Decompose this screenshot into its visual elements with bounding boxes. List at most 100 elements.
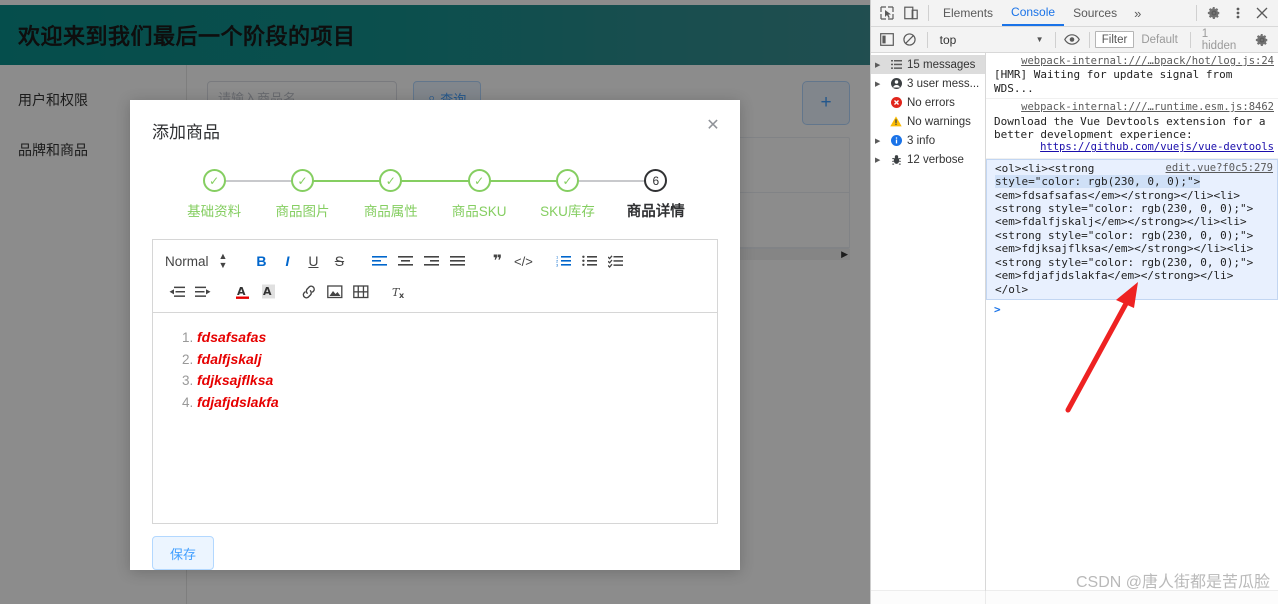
sidebar-item-user-messages[interactable]: ▶ 3 user mess... bbox=[871, 74, 985, 93]
close-icon[interactable] bbox=[1250, 2, 1274, 24]
log-html-line: <strong style="color: rgb(230, 0, 0);"> bbox=[995, 228, 1254, 242]
video-icon[interactable] bbox=[349, 280, 373, 304]
blockquote-icon[interactable]: ❞ bbox=[485, 249, 509, 273]
console-toolbar: top ▼ Filter Default 1 hidden bbox=[871, 27, 1278, 53]
sidebar-item-verbose[interactable]: ▶ 12 verbose bbox=[871, 150, 985, 169]
console-output[interactable]: webpack-internal:///…bpack/hot/log.js:24… bbox=[986, 53, 1278, 604]
step-label: SKU库存 bbox=[540, 204, 595, 219]
execution-context-select[interactable]: top ▼ bbox=[933, 33, 1050, 47]
step-product-attributes[interactable]: ✓ 商品属性 bbox=[347, 169, 480, 221]
step-product-details[interactable]: 6 商品详情 bbox=[612, 169, 700, 221]
log-source-link[interactable]: edit.vue?f0c5:279 bbox=[1166, 162, 1273, 175]
check-list-icon[interactable] bbox=[603, 249, 627, 273]
filter-input[interactable]: Filter bbox=[1094, 31, 1135, 48]
messages-icon bbox=[889, 60, 903, 69]
device-toolbar-icon[interactable] bbox=[899, 2, 923, 24]
log-html-line: <em>fdsafsafas</em></strong></li><li> bbox=[995, 188, 1241, 202]
ordered-list-icon[interactable]: 123 bbox=[551, 249, 575, 273]
link-icon[interactable] bbox=[297, 280, 321, 304]
console-sidebar-icon[interactable] bbox=[875, 29, 898, 51]
log-entry[interactable]: webpack-internal:///…runtime.esm.js:8462… bbox=[986, 99, 1278, 159]
background-color-icon[interactable]: A bbox=[257, 280, 281, 304]
list-item: fdjksajflksa bbox=[197, 370, 699, 392]
log-source-link[interactable]: webpack-internal:///…bpack/hot/log.js:24 bbox=[1021, 55, 1274, 68]
step-label: 商品图片 bbox=[275, 204, 330, 219]
bullet-list-icon[interactable] bbox=[577, 249, 601, 273]
image-icon[interactable] bbox=[323, 280, 347, 304]
underline-icon[interactable]: U bbox=[301, 249, 325, 273]
sidebar-item-errors[interactable]: No errors bbox=[871, 93, 985, 112]
tab-sources[interactable]: Sources bbox=[1064, 0, 1126, 26]
gear-icon[interactable] bbox=[1202, 2, 1226, 24]
live-expression-icon[interactable] bbox=[1060, 29, 1083, 51]
align-justify-icon[interactable] bbox=[445, 249, 469, 273]
expand-arrow-icon[interactable]: ▶ bbox=[875, 137, 885, 145]
selected-log-entry[interactable]: edit.vue?f0c5:279 <ol><li><strong style=… bbox=[986, 158, 1278, 300]
svg-text:3: 3 bbox=[556, 262, 559, 267]
step-label: 商品SKU bbox=[451, 204, 507, 219]
prompt-caret-icon: > bbox=[994, 302, 1001, 316]
step-product-images[interactable]: ✓ 商品图片 bbox=[258, 169, 391, 221]
align-right-icon[interactable] bbox=[419, 249, 443, 273]
text-color-icon[interactable]: A bbox=[231, 280, 255, 304]
clear-format-icon[interactable]: Tx bbox=[389, 280, 413, 304]
editor-toolbar: Normal ▲ ▼ B I U S ❞ </> 1 2 3 A A T x bbox=[153, 240, 717, 313]
log-level-select[interactable]: Default bbox=[1134, 34, 1184, 46]
expand-arrow-icon[interactable]: ▶ bbox=[875, 80, 885, 88]
editor-content[interactable]: fdsafsafas fdalfjskalj fdjksajflksa fdja… bbox=[153, 313, 717, 523]
inspect-element-icon[interactable] bbox=[875, 2, 899, 24]
sidebar-item-label: 3 info bbox=[907, 134, 936, 147]
modal-header: 添加商品 ✕ bbox=[130, 100, 740, 147]
log-html-line: <em>fdjksajflksa</em></strong></li><li> bbox=[995, 242, 1254, 256]
step-label: 商品属性 bbox=[363, 204, 418, 219]
save-button[interactable]: 保存 bbox=[152, 536, 214, 570]
step-label: 商品详情 bbox=[626, 204, 685, 220]
gear-icon[interactable] bbox=[1251, 29, 1274, 51]
tab-elements[interactable]: Elements bbox=[934, 0, 1002, 26]
list-item-text: fdsafsafas bbox=[197, 329, 267, 345]
step-circle: ✓ bbox=[555, 169, 579, 192]
devtools-toolbar: Elements Console Sources » bbox=[871, 0, 1278, 27]
strikethrough-icon[interactable]: S bbox=[327, 249, 351, 273]
expand-arrow-icon[interactable]: ▶ bbox=[875, 61, 885, 69]
svg-text:x: x bbox=[399, 291, 405, 300]
tab-console[interactable]: Console bbox=[1002, 0, 1065, 26]
error-icon bbox=[889, 97, 903, 108]
warning-icon bbox=[889, 116, 903, 127]
sidebar-item-all-messages[interactable]: ▶ 15 messages bbox=[871, 55, 985, 74]
bold-icon[interactable]: B bbox=[249, 249, 273, 273]
log-html-line: <em>fdalfjskalj</em></strong></li><li> bbox=[995, 215, 1247, 229]
align-center-icon[interactable] bbox=[393, 249, 417, 273]
svg-text:A: A bbox=[237, 285, 246, 298]
log-html-line: <strong style="color: rgb(230, 0, 0);"> bbox=[995, 255, 1254, 269]
italic-icon[interactable]: I bbox=[275, 249, 299, 273]
more-tabs-icon[interactable]: » bbox=[1126, 6, 1149, 21]
step-product-sku[interactable]: ✓ 商品SKU bbox=[435, 169, 568, 221]
expand-arrow-icon[interactable]: ▶ bbox=[875, 156, 885, 164]
sidebar-item-info[interactable]: ▶ 3 info bbox=[871, 131, 985, 150]
execution-context-value: top bbox=[939, 32, 957, 47]
log-html-line: <em>fdjafjdslakfa</em></strong></li> bbox=[995, 269, 1234, 283]
close-icon[interactable]: ✕ bbox=[704, 117, 722, 135]
align-left-icon[interactable] bbox=[367, 249, 391, 273]
watermark-text: CSDN @唐人街都是苦瓜脸 bbox=[1075, 574, 1270, 591]
chevron-updown-icon: ▲ ▼ bbox=[218, 251, 228, 270]
more-options-icon[interactable] bbox=[1226, 2, 1250, 24]
clear-console-icon[interactable] bbox=[898, 29, 921, 51]
indent-icon[interactable] bbox=[191, 280, 215, 304]
log-url-link[interactable]: https://github.com/vuejs/vue-devtools bbox=[994, 141, 1274, 154]
format-select[interactable]: Normal ▲ ▼ bbox=[165, 252, 227, 270]
devtools-panel: Elements Console Sources » top ▼ Filter … bbox=[870, 0, 1278, 604]
outdent-icon[interactable] bbox=[165, 280, 189, 304]
sidebar-item-warnings[interactable]: No warnings bbox=[871, 112, 985, 131]
step-connector bbox=[302, 180, 391, 182]
code-block-icon[interactable]: </> bbox=[511, 249, 535, 273]
step-sku-stock[interactable]: ✓ SKU库存 bbox=[523, 169, 656, 221]
format-select-value: Normal bbox=[165, 253, 209, 269]
console-prompt[interactable]: > bbox=[986, 300, 1278, 319]
log-source-link[interactable]: webpack-internal:///…runtime.esm.js:8462 bbox=[1021, 101, 1274, 114]
modal-title: 添加商品 bbox=[152, 123, 220, 142]
console-main: ▶ 15 messages ▶ 3 user mess... No errors… bbox=[871, 53, 1278, 604]
log-entry[interactable]: webpack-internal:///…bpack/hot/log.js:24… bbox=[986, 53, 1278, 100]
step-basic-info[interactable]: ✓ 基础资料 bbox=[170, 169, 303, 221]
